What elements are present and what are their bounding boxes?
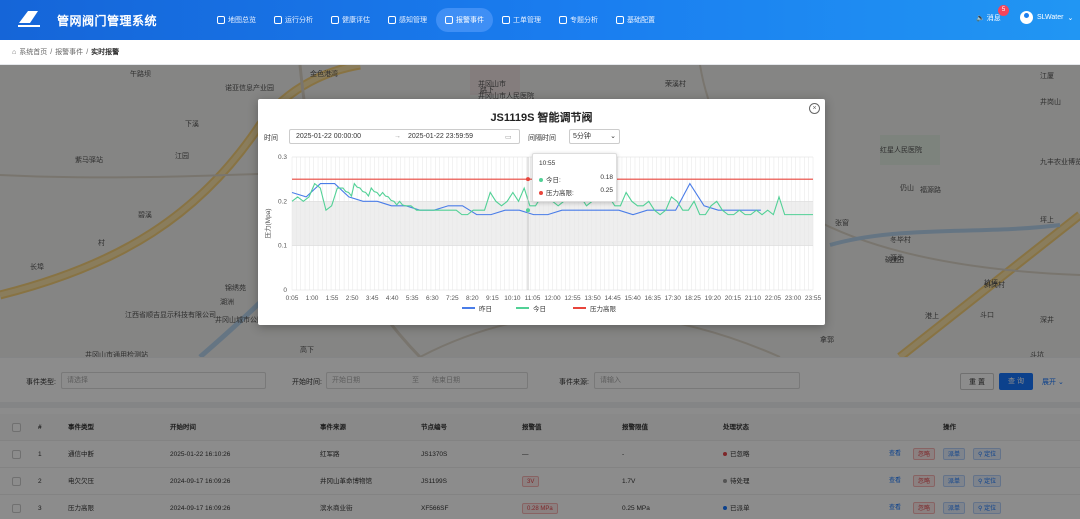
nav-item-4[interactable]: 报警事件	[436, 8, 493, 32]
tooltip-limit-label: 压力高限:	[546, 190, 574, 197]
y-tick-label: 0.1	[278, 243, 287, 250]
x-tick-label: 19:20	[705, 295, 722, 302]
legend-today-label: 今日	[533, 306, 546, 313]
x-tick-label: 2:50	[346, 295, 359, 302]
home-icon: ⌂	[12, 48, 17, 56]
home-icon	[217, 16, 225, 24]
nav-label: 报警事件	[456, 17, 484, 24]
pulse-icon	[274, 16, 282, 24]
nav-label: 运行分析	[285, 17, 313, 24]
x-tick-label: 3:45	[366, 295, 379, 302]
x-tick-label: 4:40	[386, 295, 399, 302]
tooltip-today-label: 今日:	[546, 177, 561, 184]
x-tick-label: 13:50	[584, 295, 601, 302]
x-tick-label: 12:00	[544, 295, 561, 302]
top-bar: 管网阀门管理系统 地图总览 运行分析 健康评估 感知管理 报警事件 工单管理 专题分析 基础配…	[0, 0, 1080, 40]
x-tick-label: 1:00	[306, 295, 319, 302]
legend-limit-label: 压力高限	[590, 306, 616, 313]
x-tick-label: 14:45	[604, 295, 621, 302]
speaker-icon: 🔈	[976, 15, 985, 22]
pressure-chart[interactable]: 0 0.1 0.2 0.3 0:05 1:00 1:55 2:50 3:45 4:40 5:35 6:…	[258, 99, 825, 325]
x-tick-label: 18:25	[685, 295, 702, 302]
chevron-down-icon: ⌄	[1067, 14, 1074, 22]
breadcrumb: ⌂ 系统首页 / 报警事件 / 实时报警	[0, 40, 1080, 65]
breadcrumb-section[interactable]: 报警事件	[55, 47, 83, 57]
x-tick-label: 1:55	[326, 295, 339, 302]
tooltip-today-value: 0.18	[600, 174, 613, 181]
hover-point-today	[526, 208, 530, 213]
x-tick-label: 0:05	[286, 295, 299, 302]
legend-line-icon	[573, 307, 586, 309]
nav-label: 基础配置	[627, 17, 655, 24]
message-count-badge: 5	[998, 5, 1009, 16]
legend-yesterday[interactable]: 昨日	[462, 303, 492, 313]
nav-item-5[interactable]: 工单管理	[493, 8, 550, 32]
document-icon	[502, 16, 510, 24]
breadcrumb-current: 实时报警	[91, 49, 120, 56]
hover-point-limit	[526, 177, 530, 182]
breadcrumb-separator: /	[86, 48, 89, 56]
legend-today[interactable]: 今日	[516, 303, 546, 313]
username: SLWater	[1037, 14, 1064, 21]
chart-icon	[559, 16, 567, 24]
breadcrumb-home[interactable]: 系统首页	[19, 47, 47, 57]
legend-line-icon	[462, 307, 475, 309]
messages-button[interactable]: 🔈 消息	[976, 13, 1001, 23]
x-tick-label: 23:55	[805, 295, 822, 302]
nav-item-7[interactable]: 基础配置	[607, 8, 664, 32]
nav-label: 感知管理	[399, 17, 427, 24]
bell-icon	[445, 16, 453, 24]
heart-icon	[331, 16, 339, 24]
x-tick-label: 7:25	[446, 295, 459, 302]
logo-icon	[18, 11, 40, 27]
x-tick-label: 5:35	[406, 295, 419, 302]
today-dot-icon	[539, 178, 543, 183]
nav-item-6[interactable]: 专题分析	[550, 8, 607, 32]
x-tick-label: 20:15	[725, 295, 742, 302]
y-tick-label: 0	[283, 287, 287, 294]
chart-tooltip: 10:55 今日: 0.18 压力高限: 0.25	[532, 153, 617, 202]
tooltip-limit-row: 压力高限: 0.25	[539, 187, 613, 197]
x-tick-label: 17:30	[665, 295, 682, 302]
x-tick-label: 6:30	[426, 295, 439, 302]
app-title: 管网阀门管理系统	[57, 14, 158, 28]
y-axis-label: 压力(Mpa)	[263, 209, 272, 239]
y-tick-label: 0.3	[278, 154, 287, 161]
legend-limit[interactable]: 压力高限	[573, 303, 616, 313]
x-tick-label: 23:00	[785, 295, 802, 302]
nav-item-3[interactable]: 感知管理	[379, 8, 436, 32]
x-tick-label: 8:20	[466, 295, 479, 302]
x-tick-label: 16:35	[645, 295, 662, 302]
nav-item-0[interactable]: 地图总览	[208, 8, 265, 32]
breadcrumb-separator: /	[50, 48, 53, 56]
nav-item-2[interactable]: 健康评估	[322, 8, 379, 32]
main-nav: 地图总览 运行分析 健康评估 感知管理 报警事件 工单管理 专题分析 基础配置	[208, 8, 664, 32]
nav-item-1[interactable]: 运行分析	[265, 8, 322, 32]
x-tick-label: 12:55	[564, 295, 581, 302]
nav-label: 地图总览	[228, 17, 256, 24]
legend-line-icon	[516, 307, 529, 309]
limit-dot-icon	[539, 191, 543, 196]
legend-yesterday-label: 昨日	[479, 306, 492, 313]
y-tick-label: 0.2	[278, 198, 287, 205]
nav-label: 健康评估	[342, 17, 370, 24]
tooltip-today-row: 今日: 0.18	[539, 174, 613, 184]
messages-label: 消息	[986, 15, 1001, 22]
x-tick-label: 15:40	[625, 295, 642, 302]
x-tick-label: 11:05	[525, 295, 541, 302]
user-menu[interactable]: SLWater ⌄	[1020, 11, 1073, 24]
nav-label: 工单管理	[513, 17, 541, 24]
x-tick-label: 22:05	[765, 295, 782, 302]
nav-label: 专题分析	[570, 17, 598, 24]
tooltip-limit-value: 0.25	[600, 187, 613, 194]
x-tick-label: 9:15	[486, 295, 499, 302]
sensor-icon	[388, 16, 396, 24]
avatar-icon	[1020, 11, 1033, 24]
settings-icon	[616, 16, 624, 24]
tooltip-time: 10:55	[539, 160, 556, 167]
chart-modal: JS1119S 智能调节阀 × 时间 2025-01-22 00:00:00 →…	[258, 99, 825, 325]
x-tick-label: 10:10	[504, 295, 521, 302]
x-tick-label: 21:10	[745, 295, 762, 302]
